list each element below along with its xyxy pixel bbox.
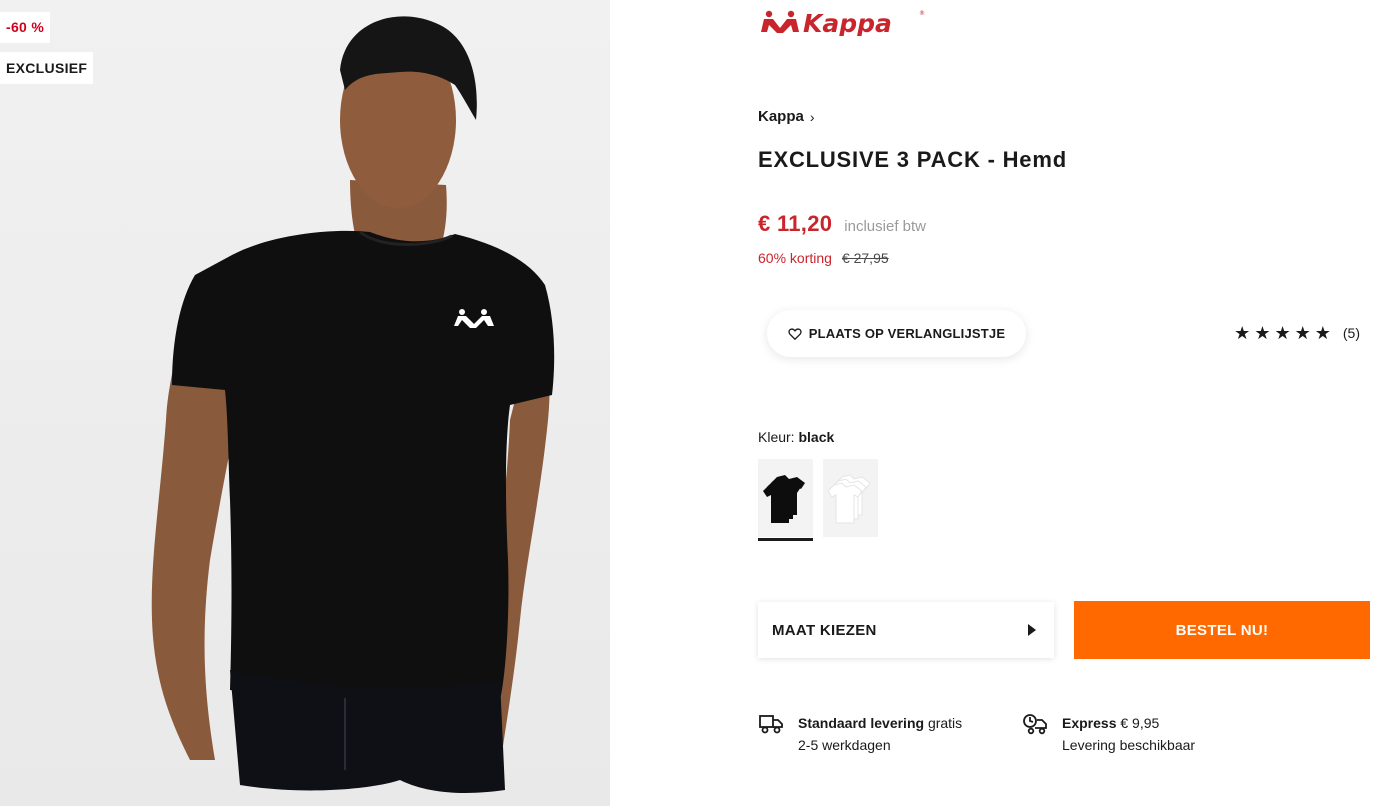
express-truck-icon	[1023, 714, 1047, 735]
product-details: Kappa ® Kappa › EXCLUSIVE 3 PACK - Hemd …	[758, 0, 1370, 806]
color-label: Kleur: black	[758, 429, 834, 445]
price-block: € 11,20 inclusief btw	[758, 211, 926, 237]
product-image-gallery[interactable]: -60 % EXCLUSIEF	[0, 0, 610, 806]
star-icon: ★	[1314, 323, 1331, 343]
svg-text:Kappa: Kappa	[803, 9, 892, 36]
product-title: EXCLUSIVE 3 PACK - Hemd	[758, 147, 1067, 172]
color-swatches	[758, 459, 878, 541]
size-select-label: MAAT KIEZEN	[772, 621, 877, 639]
play-arrow-icon	[1028, 624, 1036, 636]
white-tshirt-thumbnail	[827, 474, 871, 524]
star-icon: ★	[1254, 323, 1271, 343]
order-now-button[interactable]: BESTEL NU!	[1074, 601, 1370, 659]
black-tshirt-thumbnail	[762, 475, 805, 523]
express-delivery-info: Express € 9,95 Levering beschikbaar	[1022, 712, 1195, 756]
original-price: € 27,95	[841, 250, 889, 266]
discount-line: 60% korting € 27,95	[758, 250, 889, 266]
product-page: -60 % EXCLUSIEF Kappa ® Kappa › EXCLUSIV…	[0, 0, 1393, 806]
rating-count: (5)	[1342, 325, 1360, 341]
selected-color: black	[798, 429, 835, 445]
color-swatch-white[interactable]	[823, 459, 878, 541]
express-delivery-detail: Levering beschikbaar	[1062, 737, 1196, 753]
express-delivery-price: € 9,95	[1120, 715, 1160, 731]
product-rating[interactable]: ★ ★ ★ ★ ★ (5)	[1234, 324, 1360, 342]
standard-delivery-title: Standaard levering	[798, 715, 925, 731]
size-select[interactable]: MAAT KIEZEN	[758, 602, 1054, 658]
wishlist-label: PLAATS OP VERLANGLIJSTJE	[808, 326, 1006, 341]
kappa-logo[interactable]: Kappa ®	[761, 6, 925, 36]
product-photo	[151, 16, 555, 793]
chevron-right-icon: ›	[809, 108, 815, 125]
truck-icon	[759, 715, 783, 734]
exclusive-badge: EXCLUSIEF	[0, 52, 94, 84]
star-icon: ★	[1294, 323, 1311, 343]
color-swatch-black[interactable]	[758, 459, 813, 541]
vat-note: inclusief btw	[844, 218, 926, 235]
standard-delivery-detail: 2-5 werkdagen	[798, 737, 891, 753]
add-to-wishlist-button[interactable]: PLAATS OP VERLANGLIJSTJE	[767, 310, 1026, 357]
standard-delivery-price: gratis	[927, 715, 963, 731]
discount-badge: -60 %	[0, 12, 51, 43]
svg-text:®: ®	[919, 10, 925, 17]
breadcrumb[interactable]: Kappa ›	[758, 108, 815, 125]
color-label-text: Kleur:	[758, 429, 795, 445]
discount-percent: 60% korting	[758, 250, 832, 266]
standard-delivery-info: Standaard levering gratis 2-5 werkdagen	[758, 712, 962, 756]
star-icon: ★	[1274, 323, 1291, 343]
heart-icon	[788, 327, 802, 340]
current-price: € 11,20	[758, 211, 833, 236]
express-delivery-title: Express	[1062, 715, 1117, 731]
breadcrumb-brand-link[interactable]: Kappa	[758, 108, 804, 125]
star-icon: ★	[1234, 323, 1251, 343]
